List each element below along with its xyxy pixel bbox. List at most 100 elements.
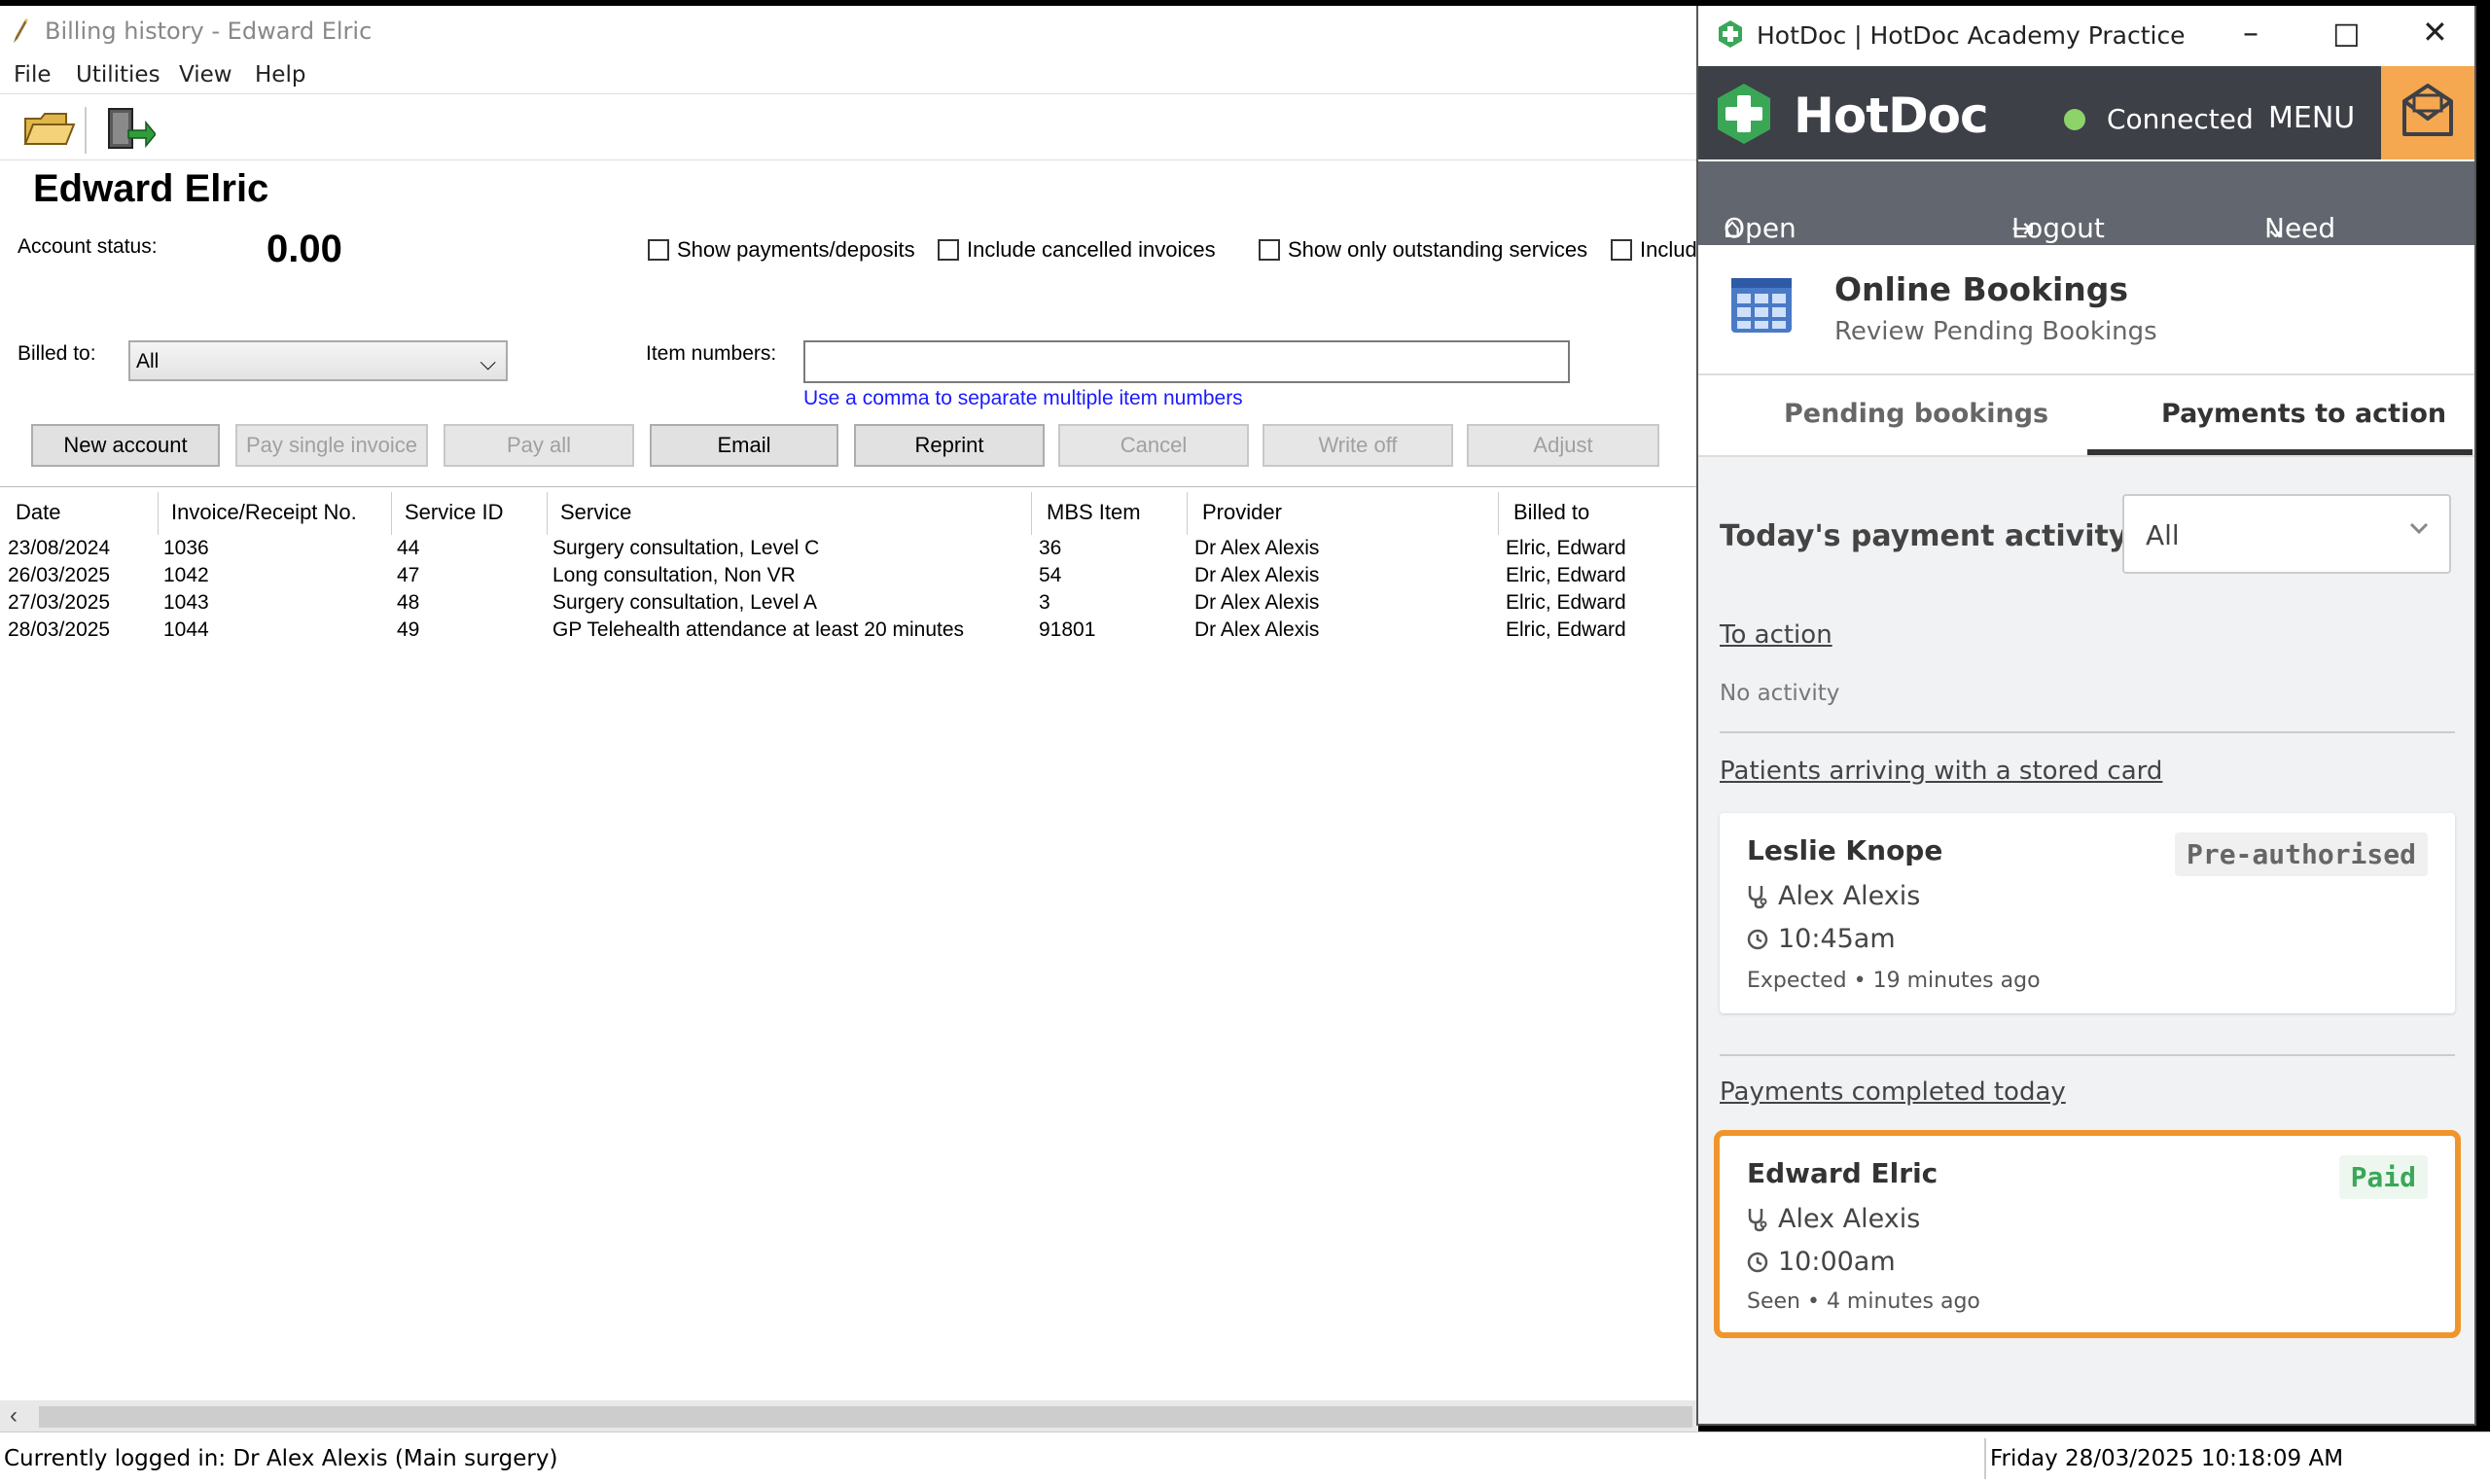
checkbox-label: Show payments/deposits	[677, 237, 915, 262]
menu-utilities[interactable]: Utilities	[76, 62, 160, 88]
checkbox-box[interactable]	[1259, 239, 1280, 261]
status-bar: Currently logged in: Dr Alex Alexis (Mai…	[0, 1431, 2490, 1484]
menu-file[interactable]: File	[14, 62, 52, 88]
status-divider	[1984, 1438, 1986, 1479]
provider-name: Alex Alexis	[1778, 1204, 1921, 1234]
table-cell[interactable]: Elric, Edward	[1506, 537, 1626, 560]
stored-card-patient-card[interactable]: Leslie Knope Pre-authorised Alex Alexis …	[1720, 813, 2455, 1013]
table-cell[interactable]: 27/03/2025	[8, 591, 110, 615]
write-off-button[interactable]: Write off	[1263, 424, 1453, 467]
column-divider[interactable]	[1031, 492, 1032, 535]
table-cell[interactable]: Dr Alex Alexis	[1194, 591, 1319, 615]
email-button[interactable]: Email	[650, 424, 838, 467]
menu-button[interactable]: MENU	[2268, 101, 2355, 135]
table-cell[interactable]: Surgery consultation, Level A	[552, 591, 817, 615]
table-cell[interactable]: 47	[397, 564, 419, 587]
show-payments-checkbox[interactable]: Show payments/deposits	[648, 237, 915, 263]
stethoscope-icon	[1748, 885, 1767, 908]
table-cell[interactable]: 49	[397, 618, 419, 642]
table-cell[interactable]: 23/08/2024	[8, 537, 110, 560]
table-cell[interactable]: 1043	[163, 591, 209, 615]
completed-payment-card[interactable]: Edward Elric Paid Alex Alexis 10:00am Se…	[1714, 1130, 2461, 1338]
activity-filter-select[interactable]: All	[2122, 494, 2451, 574]
checkbox-box[interactable]	[648, 239, 669, 261]
table-cell[interactable]: 36	[1039, 537, 1061, 560]
new-account-button[interactable]: New account	[31, 424, 220, 467]
column-header-service-id[interactable]: Service ID	[405, 500, 503, 525]
table-cell[interactable]: Dr Alex Alexis	[1194, 618, 1319, 642]
online-bookings-title[interactable]: Online Bookings	[1834, 270, 2128, 308]
menu-help[interactable]: Help	[255, 62, 305, 88]
column-divider[interactable]	[1187, 492, 1188, 535]
clock-icon	[1747, 929, 1768, 949]
open-folder-icon[interactable]	[21, 103, 76, 154]
adjust-button[interactable]: Adjust	[1467, 424, 1659, 467]
cancel-button[interactable]: Cancel	[1058, 424, 1249, 467]
table-cell[interactable]: 44	[397, 537, 419, 560]
tabs-top-border	[1698, 373, 2474, 375]
show-outstanding-checkbox[interactable]: Show only outstanding services	[1259, 237, 1587, 263]
table-cell[interactable]: 1036	[163, 537, 209, 560]
table-cell[interactable]: 28/03/2025	[8, 618, 110, 642]
table-cell[interactable]: 54	[1039, 564, 1061, 587]
column-divider[interactable]	[391, 492, 392, 535]
calendar-grid-icon	[1731, 278, 1792, 333]
maximize-icon[interactable]: ☐	[2332, 18, 2361, 54]
checkbox-box[interactable]	[1611, 239, 1632, 261]
completed-heading[interactable]: Payments completed today	[1720, 1078, 2066, 1107]
checkbox-box[interactable]	[938, 239, 959, 261]
table-cell[interactable]: 26/03/2025	[8, 564, 110, 587]
stored-card-heading[interactable]: Patients arriving with a stored card	[1720, 757, 2162, 786]
column-divider[interactable]	[1498, 492, 1499, 535]
column-header-mbs-item[interactable]: MBS Item	[1047, 500, 1141, 525]
table-cell[interactable]: Long consultation, Non VR	[552, 564, 796, 587]
tab-payments-to-action[interactable]: Payments to action	[2161, 399, 2446, 429]
include-cancelled-checkbox[interactable]: Include cancelled invoices	[938, 237, 1216, 263]
online-bookings-subtitle[interactable]: Review Pending Bookings	[1834, 317, 2157, 346]
table-cell[interactable]: 91801	[1039, 618, 1095, 642]
column-header-invoice[interactable]: Invoice/Receipt No.	[171, 500, 357, 525]
table-cell[interactable]: Dr Alex Alexis	[1194, 537, 1319, 560]
table-cell[interactable]: Dr Alex Alexis	[1194, 564, 1319, 587]
column-divider[interactable]	[158, 492, 159, 535]
billed-to-select[interactable]: All ⌵	[128, 340, 508, 381]
table-cell[interactable]: Elric, Edward	[1506, 591, 1626, 615]
column-header-service[interactable]: Service	[560, 500, 631, 525]
messages-button[interactable]	[2381, 66, 2474, 159]
checkbox-label: Show only outstanding services	[1288, 237, 1588, 262]
account-status-label: Account status:	[18, 235, 158, 258]
pay-single-invoice-button[interactable]: Pay single invoice	[235, 424, 428, 467]
column-header-date[interactable]: Date	[16, 500, 60, 525]
toolbar-divider	[85, 107, 87, 154]
item-numbers-input[interactable]	[803, 340, 1570, 383]
activity-filter-value: All	[2146, 519, 2180, 551]
horizontal-scrollbar[interactable]: ‹	[0, 1400, 1698, 1433]
tab-pending-bookings[interactable]: Pending bookings	[1784, 399, 2048, 429]
activity-label: Today's payment activity	[1720, 519, 2128, 553]
table-cell[interactable]: GP Telehealth attendance at least 20 min…	[552, 618, 964, 642]
checkbox-label: Include cancelled invoices	[967, 237, 1216, 262]
scrollbar-thumb[interactable]	[39, 1406, 1692, 1428]
table-cell[interactable]: 3	[1039, 591, 1050, 615]
to-action-heading[interactable]: To action	[1720, 620, 1832, 650]
column-header-billed-to[interactable]: Billed to	[1513, 500, 1589, 525]
table-cell[interactable]: 48	[397, 591, 419, 615]
minimize-icon[interactable]: –	[2243, 14, 2259, 51]
pay-all-button[interactable]: Pay all	[444, 424, 634, 467]
column-header-provider[interactable]: Provider	[1202, 500, 1282, 525]
table-cell[interactable]: Elric, Edward	[1506, 564, 1626, 587]
menu-view[interactable]: View	[179, 62, 232, 88]
table-cell[interactable]: 1044	[163, 618, 209, 642]
table-cell[interactable]: Elric, Edward	[1506, 618, 1626, 642]
menu-separator	[0, 93, 1698, 94]
column-divider[interactable]	[547, 492, 548, 535]
close-icon[interactable]: ✕	[2422, 14, 2448, 51]
provider-row: Alex Alexis	[1747, 881, 1920, 911]
appointment-time: 10:00am	[1778, 1247, 1896, 1277]
include-more-checkbox[interactable]: Includ	[1611, 237, 1697, 263]
table-cell[interactable]: Surgery consultation, Level C	[552, 537, 819, 560]
exit-door-icon[interactable]	[101, 103, 156, 154]
reprint-button[interactable]: Reprint	[854, 424, 1045, 467]
table-cell[interactable]: 1042	[163, 564, 209, 587]
scroll-left-icon[interactable]: ‹	[10, 1402, 18, 1430]
